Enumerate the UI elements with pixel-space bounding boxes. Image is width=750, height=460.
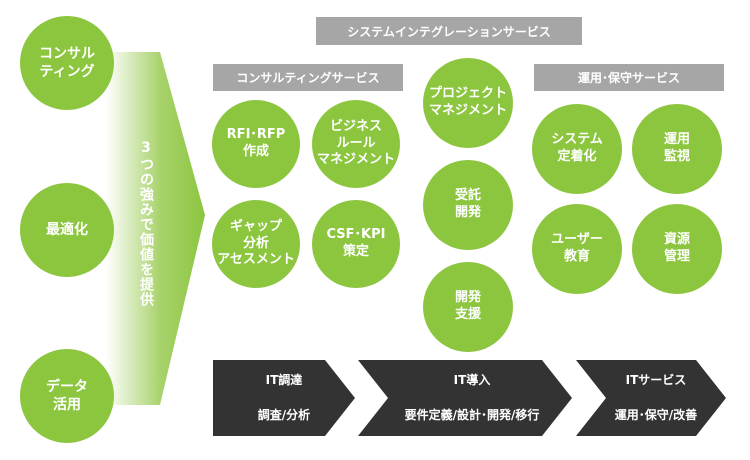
circle-system-adoption: システム 定着化 <box>532 104 622 194</box>
circle-business-rule: ビジネス ルール マネジメント <box>312 100 400 188</box>
circle-rfi-rfp: RFI･RFP 作成 <box>212 100 300 188</box>
consulting-header: コンサルティングサービス <box>213 64 403 91</box>
si-services-bar: システムインテグレーションサービス <box>316 17 582 45</box>
circle-user-education: ユーザー 教育 <box>532 204 622 294</box>
circle-resource-management: 資源 管理 <box>632 204 722 294</box>
strength-consulting: コンサル ティング <box>20 16 114 110</box>
circle-project-management: プロジェクト マネジメント <box>423 58 513 148</box>
phase-it-introduction-detail: 要件定義/設計･開発/移行 <box>404 407 540 422</box>
phase-it-procurement: IT調達 調査/分析 <box>213 360 355 436</box>
phase-it-introduction: IT導入 要件定義/設計･開発/移行 <box>358 360 572 436</box>
circle-contract-development: 受託 開発 <box>423 160 513 250</box>
phase-it-procurement-detail: 調査/分析 <box>257 407 311 422</box>
operations-header: 運用･保守サービス <box>534 64 724 91</box>
phase-it-introduction-title: IT導入 <box>453 372 491 387</box>
circle-development-support: 開発 支援 <box>423 262 513 352</box>
strength-data: データ 活用 <box>20 349 114 443</box>
arrow-label: 3つの強みで価値を提供 <box>138 140 154 307</box>
circle-gap-analysis: ギャップ 分析 アセスメント <box>212 200 300 288</box>
circle-operations-monitoring: 運用 監視 <box>632 104 722 194</box>
phase-it-service-title: ITサービス <box>625 372 687 387</box>
phase-it-procurement-title: IT調達 <box>265 372 303 387</box>
phase-it-service-detail: 運用･保守/改善 <box>614 407 698 422</box>
strength-optimization: 最適化 <box>20 183 114 277</box>
circle-csf-kpi: CSF･KPI 策定 <box>312 200 400 288</box>
